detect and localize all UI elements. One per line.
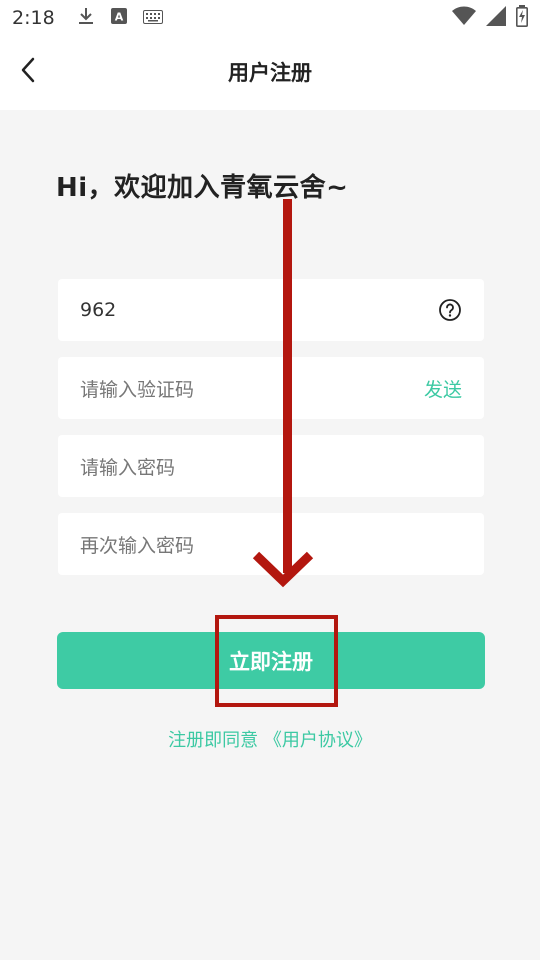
battery-charging-icon (516, 5, 528, 31)
agreement-text: 注册即同意 《用户协议》 (0, 726, 540, 752)
download-icon (77, 6, 95, 30)
phone-field[interactable]: 962 (58, 279, 484, 341)
status-icons-left: A (77, 6, 163, 30)
register-button-label: 立即注册 (229, 649, 313, 674)
register-button[interactable]: 立即注册 (57, 632, 485, 689)
phone-input[interactable]: 962 (80, 299, 438, 321)
password-field[interactable]: 请输入密码 (58, 435, 484, 497)
confirm-password-input[interactable]: 再次输入密码 (80, 531, 462, 558)
page-title: 用户注册 (228, 61, 312, 85)
a-keyboard-icon: A (110, 8, 127, 28)
help-icon[interactable] (438, 298, 462, 322)
verification-code-field[interactable]: 请输入验证码 发送 (58, 357, 484, 419)
signal-icon (486, 6, 506, 30)
send-code-button[interactable]: 发送 (424, 375, 462, 402)
wifi-icon (452, 6, 476, 30)
user-agreement-link[interactable]: 《用户协议》 (264, 730, 372, 751)
status-icons-right (452, 5, 528, 31)
app-bar: 用户注册 (0, 36, 540, 110)
password-input[interactable]: 请输入密码 (80, 453, 462, 480)
confirm-password-field[interactable]: 再次输入密码 (58, 513, 484, 575)
svg-text:A: A (114, 11, 123, 24)
keyboard-icon (142, 9, 163, 28)
agreement-prefix: 注册即同意 (168, 730, 264, 751)
status-bar: 2:18 A (0, 0, 540, 36)
welcome-heading: Hi，欢迎加入青氧云舍~ (56, 173, 349, 203)
verification-code-input[interactable]: 请输入验证码 (80, 375, 424, 402)
status-time: 2:18 (12, 7, 55, 29)
